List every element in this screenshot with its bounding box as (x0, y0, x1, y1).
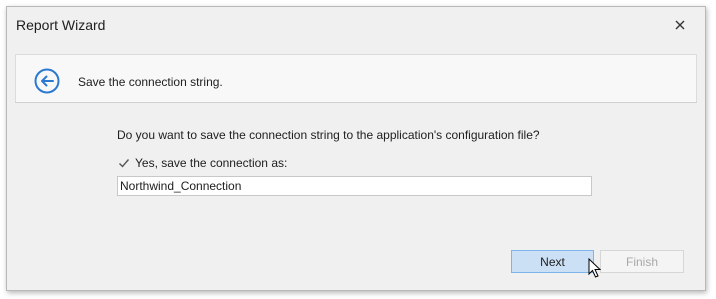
save-question: Do you want to save the connection strin… (117, 128, 540, 142)
back-arrow-icon (34, 68, 60, 94)
wizard-content: Save the connection string. Do you want … (7, 45, 705, 290)
title-bar: Report Wizard (7, 7, 705, 45)
save-connection-checkbox[interactable]: Yes, save the connection as: (117, 156, 287, 170)
step-header: Save the connection string. (15, 54, 697, 105)
finish-button[interactable]: Finish (600, 250, 684, 273)
close-icon (675, 20, 685, 30)
next-button[interactable]: Next (511, 250, 594, 273)
checkbox-label: Yes, save the connection as: (135, 156, 288, 170)
window-title: Report Wizard (16, 17, 106, 33)
connection-name-input[interactable] (117, 176, 592, 196)
wizard-body: Do you want to save the connection strin… (15, 103, 697, 281)
back-button[interactable] (34, 68, 60, 94)
checkbox-check-icon (117, 157, 130, 170)
step-title: Save the connection string. (78, 75, 223, 89)
close-button[interactable] (673, 18, 687, 32)
report-wizard-window: Report Wizard Save the connection string… (6, 6, 706, 291)
